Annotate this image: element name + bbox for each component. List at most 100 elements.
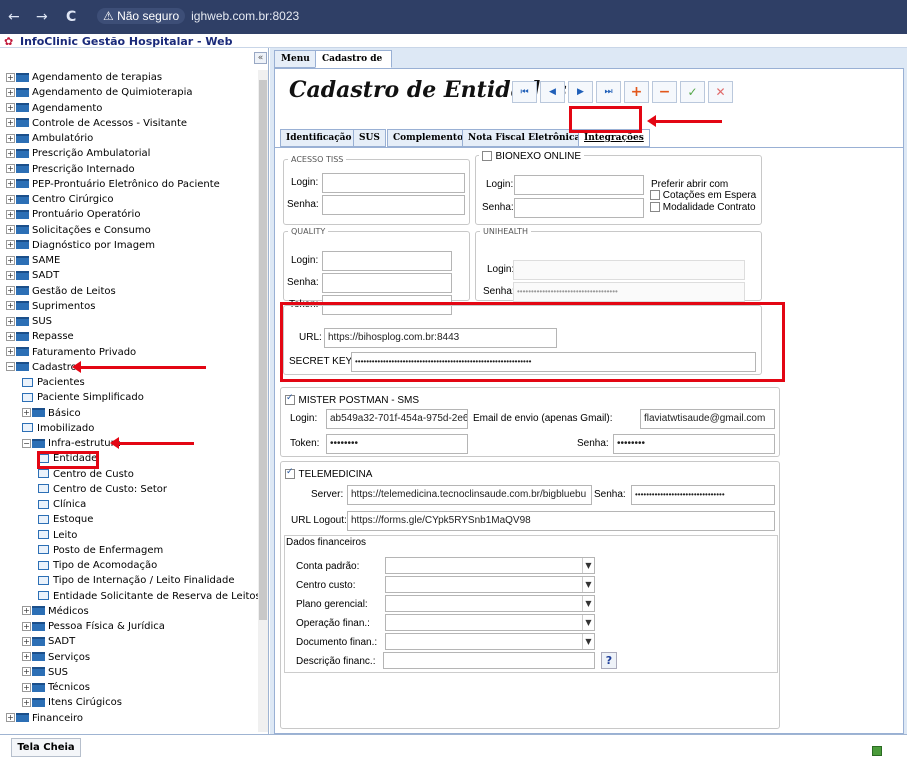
expand-icon[interactable]: + [6,713,15,722]
expand-icon[interactable]: + [6,347,15,356]
bionexo-login-input[interactable] [514,175,644,195]
sidebar-item[interactable]: Paciente Simplificado [6,390,256,405]
descricao-input[interactable] [383,652,595,669]
sidebar-scrollbar[interactable] [258,70,268,732]
sidebar-item[interactable]: + Básico [6,406,256,421]
save-record-button[interactable]: ✓ [680,81,705,103]
postman-email-input[interactable]: flaviatwtisaude@gmail.com [640,409,775,429]
sidebar-item[interactable]: + SADT [6,634,256,649]
sidebar-item[interactable]: + Técnicos [6,680,256,695]
sidebar-item[interactable]: + Prescrição Internado [6,162,256,177]
tiss-login-input[interactable] [322,173,465,193]
sidebar-item[interactable]: + PEP-Prontuário Eletrônico do Paciente [6,177,256,192]
sidebar-item[interactable]: + SAME [6,253,256,268]
sidebar-item[interactable]: Tipo de Acomodação [6,558,256,573]
quality-senha-input[interactable] [322,273,452,293]
postman-checkbox[interactable] [285,393,295,405]
collapse-icon[interactable]: − [6,362,15,372]
forward-icon[interactable]: → [36,9,48,25]
sidebar-item[interactable]: + Agendamento de Quimioterapia [6,85,256,100]
tele-senha-input[interactable]: •••••••••••••••••••••••••••••••• [631,485,775,505]
sidebar-item[interactable]: + Itens Cirúgicos [6,695,256,710]
next-record-button[interactable]: ▶ [568,81,593,103]
sidebar-item[interactable]: + Prescrição Ambulatorial [6,146,256,161]
sidebar-item[interactable]: + Agendamento [6,101,256,116]
collapse-icon[interactable]: − [22,438,31,448]
delete-record-button[interactable]: − [652,81,677,103]
expand-icon[interactable]: + [6,148,15,158]
expand-icon[interactable]: + [22,636,31,646]
sidebar-item[interactable]: Pacientes [6,375,256,390]
expand-icon[interactable]: + [6,331,15,341]
sidebar-item[interactable]: + Pessoa Física & Jurídica [6,619,256,634]
scrollbar-thumb[interactable] [259,80,267,620]
expand-icon[interactable]: + [6,316,15,326]
sidebar-item[interactable]: + Faturamento Privado [6,345,256,360]
postman-login-input[interactable]: ab549a32-701f-454a-975d-2e6 [326,409,468,429]
reload-icon[interactable]: C [66,9,76,25]
sidebar-item[interactable]: + SUS [6,314,256,329]
expand-icon[interactable]: + [22,652,31,661]
sidebar-item[interactable]: + Médicos [6,604,256,619]
last-record-button[interactable]: ⏭ [596,81,621,103]
sidebar-item[interactable]: + Suprimentos [6,299,256,314]
sidebar-item[interactable]: + Prontuário Operatório [6,207,256,222]
prev-record-button[interactable]: ◀ [540,81,565,103]
fullscreen-button[interactable]: Tela Cheia [11,738,81,757]
expand-icon[interactable]: + [6,240,15,250]
first-record-button[interactable]: ⏮ [512,81,537,103]
sidebar-item[interactable]: + Financeiro [6,711,256,726]
expand-icon[interactable]: + [22,682,31,692]
expand-icon[interactable]: + [6,286,15,295]
sidebar-item[interactable]: Imobilizado [6,421,256,436]
sidebar-item[interactable]: + Solicitações e Consumo [6,223,256,238]
subtab-nota-fiscal[interactable]: Nota Fiscal Eletrônica [462,129,587,147]
documento-select[interactable]: ▼ [385,633,595,650]
sidebar-item[interactable]: Leito [6,528,256,543]
server-input[interactable]: https://telemedicina.tecnoclinsaude.com.… [347,485,592,505]
address-bar[interactable]: ⚠ Não seguro ighweb.com.br:8023 [97,8,299,24]
expand-icon[interactable]: + [22,606,31,616]
cotacoes-option[interactable]: Cotações em Espera [650,190,756,201]
sidebar-item[interactable]: + Agendamento de terapias [6,70,256,85]
sidebar-item[interactable]: Estoque [6,512,256,527]
modalidade-checkbox[interactable] [650,202,660,213]
unihealth-senha-input[interactable]: •••••••••••••••••••••••••••••••••••• [513,282,745,302]
expand-icon[interactable]: + [6,301,15,311]
sidebar-item[interactable]: Clínica [6,497,256,512]
tiss-senha-input[interactable] [322,195,465,215]
plano-select[interactable]: ▼ [385,595,595,612]
sidebar-item[interactable]: + Diagnóstico por Imagem [6,238,256,253]
security-warning-badge[interactable]: ⚠ Não seguro [97,8,186,24]
expand-icon[interactable]: + [6,164,15,173]
postman-senha-input[interactable]: •••••••• [613,434,775,454]
sidebar-item[interactable]: + SADT [6,268,256,283]
subtab-sus[interactable]: SUS [353,129,386,147]
expand-icon[interactable]: + [6,133,15,143]
telemedicina-checkbox[interactable] [285,467,295,479]
expand-icon[interactable]: + [6,225,15,234]
expand-icon[interactable]: + [6,118,15,128]
sidebar-item[interactable]: + Centro Cirúrgico [6,192,256,207]
expand-icon[interactable]: + [22,697,31,707]
tab-cadastro-entidades[interactable]: Cadastro de Entidades✕ [315,50,392,80]
sidebar-item[interactable]: + Gestão de Leitos [6,284,256,299]
expand-icon[interactable]: + [6,270,15,280]
sidebar-item[interactable]: Centro de Custo: Setor [6,482,256,497]
sidebar-item[interactable]: Entidade Solicitante de Reserva de Leito… [6,589,261,604]
sidebar-item[interactable]: + SUS [6,665,256,680]
help-button[interactable]: ? [601,652,617,669]
sidebar-item[interactable]: + Repasse [6,329,256,344]
postman-token-input[interactable]: •••••••• [326,434,468,454]
sidebar-item[interactable]: Tipo de Internação / Leito Finalidade [6,573,256,588]
add-record-button[interactable]: + [624,81,649,103]
logout-input[interactable]: https://forms.gle/CYpk5RYSnb1MaQV98 [347,511,775,531]
expand-icon[interactable]: + [6,87,15,97]
cancel-record-button[interactable]: ✕ [708,81,733,103]
bionexo-senha-input[interactable] [514,198,644,218]
centro-select[interactable]: ▼ [385,576,595,593]
sidebar-item[interactable]: + Controle de Acessos - Visitante [6,116,256,131]
subtab-complemento[interactable]: Complemento [387,129,470,147]
expand-icon[interactable]: + [6,72,15,82]
collapse-sidebar-button[interactable]: « [254,52,267,64]
